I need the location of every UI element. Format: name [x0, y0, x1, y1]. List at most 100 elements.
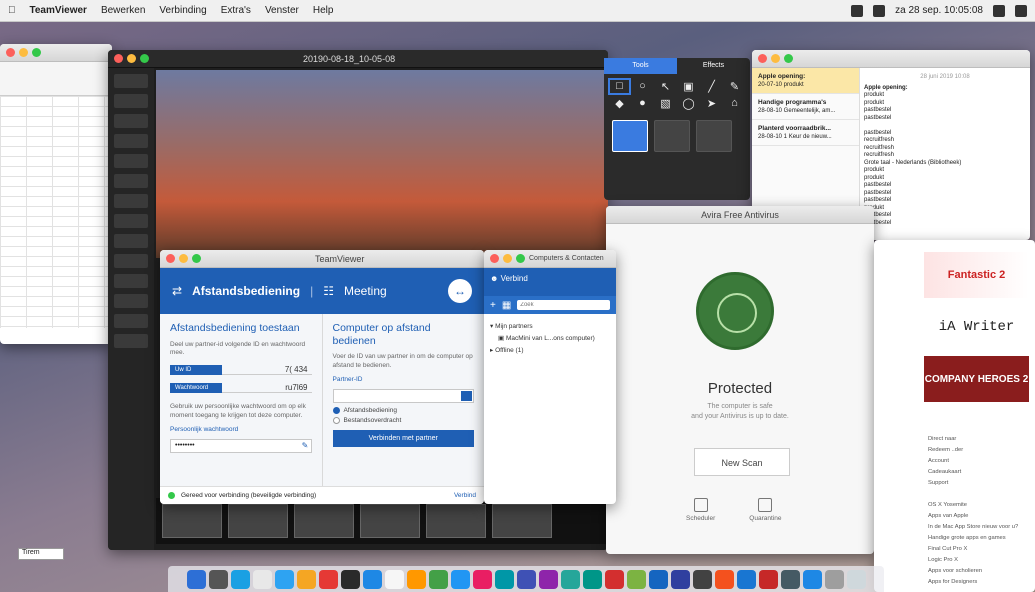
dock-app-icon[interactable] [340, 569, 360, 589]
dock-app-icon[interactable] [252, 569, 272, 589]
note-content[interactable]: 28 juni 2019 10:08 Apple opening: produk… [864, 74, 1026, 227]
store-link[interactable]: Direct naar [928, 434, 1031, 445]
filmstrip-thumb[interactable] [294, 504, 354, 538]
filmstrip-thumb[interactable] [426, 504, 486, 538]
ellipse-tool-icon[interactable]: ○ [633, 80, 652, 93]
dock-app-icon[interactable] [362, 569, 382, 589]
zoom-button[interactable] [140, 54, 149, 63]
marker-tool-icon[interactable]: ◆ [610, 97, 629, 110]
store-link[interactable]: Account [928, 456, 1031, 467]
menu-item-connection[interactable]: Verbinding [159, 5, 206, 16]
dock-app-icon[interactable] [736, 569, 756, 589]
sidebar-item[interactable] [114, 174, 148, 188]
minimize-button[interactable] [179, 254, 188, 263]
pencil-tool-icon[interactable]: ✎ [725, 80, 744, 93]
pixelate-tool-icon[interactable]: ▧ [656, 97, 675, 110]
dock-app-icon[interactable] [406, 569, 426, 589]
filmstrip-thumb[interactable] [360, 504, 420, 538]
dock-app-icon[interactable] [604, 569, 624, 589]
dock-app-icon[interactable] [560, 569, 580, 589]
quarantine-button[interactable]: Quarantine [749, 498, 781, 522]
circle-tool-icon[interactable]: ◯ [679, 97, 698, 110]
sidebar-item[interactable] [114, 234, 148, 248]
line-tool-icon[interactable]: ╱ [702, 80, 721, 93]
group-offline[interactable]: ▸ Offline (1) [490, 346, 610, 354]
edit-pencil-icon[interactable]: ✎ [301, 441, 310, 451]
store-link[interactable]: Apps voor scholieren [928, 566, 1031, 577]
dock-app-icon[interactable] [494, 569, 514, 589]
password-value[interactable]: ru7l69 [222, 383, 312, 394]
store-link[interactable]: Redeem ..der [928, 445, 1031, 456]
filmstrip-thumb[interactable] [162, 504, 222, 538]
zoom-button[interactable] [784, 54, 793, 63]
dock-app-icon[interactable] [780, 569, 800, 589]
group-my-partners[interactable]: ▾ Mijn partners [490, 322, 610, 330]
featured-app-tile[interactable]: Fantastic 2 [924, 252, 1029, 298]
spreadsheet-grid[interactable] [0, 96, 112, 328]
dock-app-icon[interactable] [208, 569, 228, 589]
dock-app-icon[interactable] [824, 569, 844, 589]
sidebar-item[interactable] [114, 194, 148, 208]
style-swatch[interactable] [612, 120, 648, 152]
signin-button[interactable]: Verbind [454, 492, 476, 499]
dock-app-icon[interactable] [516, 569, 536, 589]
close-button[interactable] [490, 254, 499, 263]
dock-app-icon[interactable] [758, 569, 778, 589]
teamviewer-titlebar[interactable]: TeamViewer [160, 250, 484, 268]
notes-titlebar[interactable] [752, 50, 1030, 68]
close-button[interactable] [114, 54, 123, 63]
zoom-button[interactable] [192, 254, 201, 263]
dock-app-icon[interactable] [692, 569, 712, 589]
radio-remote-control[interactable]: Afstandsbediening [332, 406, 475, 414]
contacts-titlebar[interactable]: Computers & Contacten [484, 250, 616, 268]
partner-id-input[interactable] [332, 388, 474, 403]
filmstrip-thumb[interactable] [228, 504, 288, 538]
sidebar-item[interactable] [114, 94, 148, 108]
sidebar-item[interactable] [114, 254, 148, 268]
close-button[interactable] [6, 48, 15, 57]
dock-app-icon[interactable] [626, 569, 646, 589]
store-link[interactable]: In de Mac App Store nieuw voor u? [928, 522, 1031, 533]
note-item[interactable]: Apple opening: 20-07-10 produkt [752, 68, 859, 94]
sidebar-item[interactable] [114, 294, 148, 308]
user-name[interactable]: Verbind [501, 274, 528, 283]
dock-app-icon[interactable] [384, 569, 404, 589]
dock-app-icon[interactable] [230, 569, 250, 589]
dock-app-icon[interactable] [186, 569, 206, 589]
radio-file-transfer[interactable]: Bestandsoverdracht [332, 416, 475, 424]
featured-app-tile[interactable]: iA Writer [924, 304, 1029, 350]
menu-clock[interactable]: za 28 sep. 10:05:08 [895, 5, 983, 16]
style-swatch[interactable] [696, 120, 732, 152]
contacts-search-input[interactable] [517, 300, 610, 310]
dock-app-icon[interactable] [802, 569, 822, 589]
zoom-button[interactable] [32, 48, 41, 57]
sidebar-item[interactable] [114, 214, 148, 228]
spreadsheet-titlebar[interactable] [0, 44, 112, 62]
dock-app-icon[interactable] [296, 569, 316, 589]
close-button[interactable] [758, 54, 767, 63]
tab-meeting[interactable]: Meeting [344, 284, 387, 298]
dock-app-icon[interactable] [274, 569, 294, 589]
spotlight-icon[interactable] [993, 4, 1005, 17]
your-id-value[interactable]: 7( 434 [222, 365, 312, 376]
sidebar-item[interactable] [114, 274, 148, 288]
wifi-icon[interactable] [851, 4, 864, 17]
dock-app-icon[interactable] [846, 569, 866, 589]
sidebar-item[interactable] [114, 134, 148, 148]
dock-app-icon[interactable] [582, 569, 602, 589]
featured-app-tile[interactable]: COMPANY HEROES 2 [924, 356, 1029, 402]
store-link[interactable]: Logic Pro X [928, 555, 1031, 566]
apple-icon[interactable]:  [8, 5, 16, 16]
zoom-button[interactable] [516, 254, 525, 263]
sidebar-item[interactable] [114, 154, 148, 168]
view-options-icon[interactable]: ▦ [502, 300, 511, 311]
note-item[interactable]: Planterd voorraadbrik... 28-08-10 1 Keur… [752, 120, 859, 146]
tab-effects[interactable]: Effects [677, 58, 750, 74]
filmstrip-thumb[interactable] [492, 504, 552, 538]
arrow-tool-icon[interactable]: ↖ [656, 80, 675, 93]
dock-app-icon[interactable] [428, 569, 448, 589]
menu-item-window[interactable]: Venster [265, 5, 299, 16]
spreadsheet-ribbon[interactable] [0, 62, 112, 96]
minimize-button[interactable] [503, 254, 512, 263]
tab-tools[interactable]: Tools [604, 58, 677, 74]
